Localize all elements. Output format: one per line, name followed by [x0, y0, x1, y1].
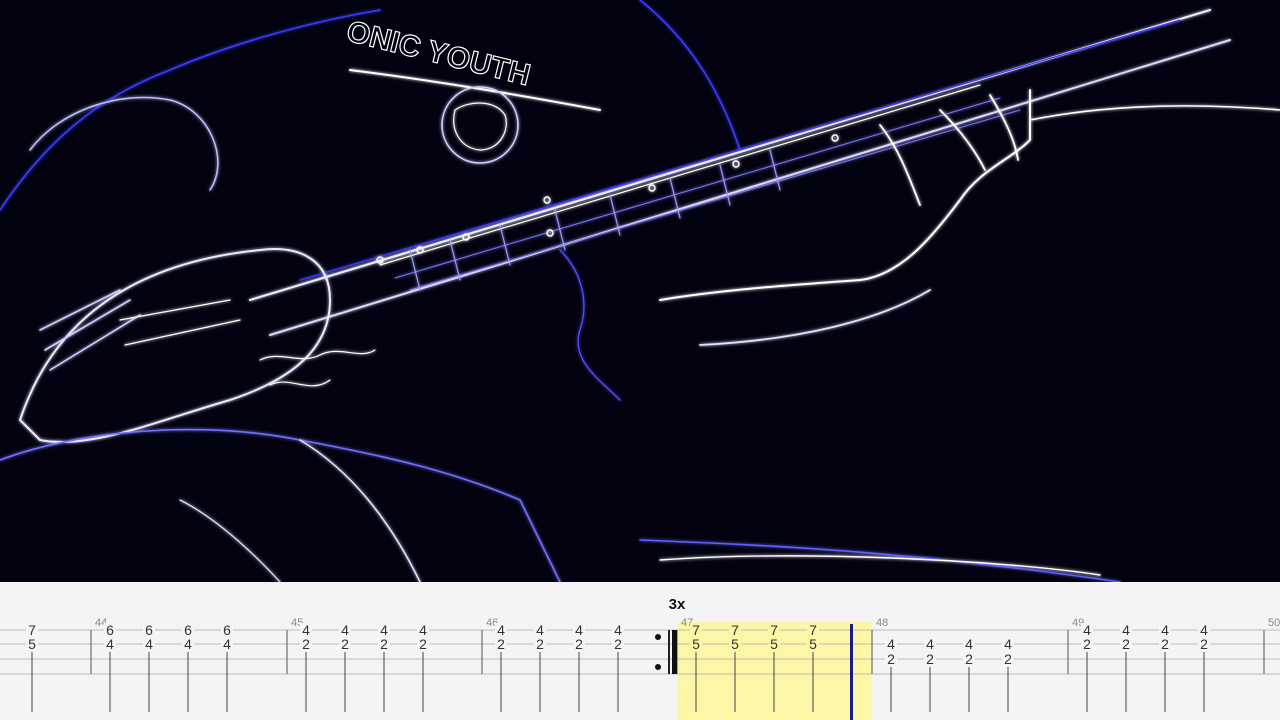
tab-note: 4 — [145, 636, 153, 652]
tab-note: 2 — [536, 636, 544, 652]
tab-note: 2 — [614, 636, 622, 652]
tab-note: 4 — [184, 636, 192, 652]
video-frame[interactable]: ONIC YOUTH — [0, 0, 1280, 582]
tab-note: 2 — [380, 636, 388, 652]
tab-note: 2 — [1122, 636, 1130, 652]
tab-note: 2 — [965, 651, 973, 667]
repeat-dot — [655, 664, 661, 670]
tab-note: 2 — [1004, 651, 1012, 667]
measure-number: 48 — [876, 617, 888, 629]
tab-note: 2 — [887, 651, 895, 667]
tab-note: 2 — [341, 636, 349, 652]
tab-note: 4 — [1004, 636, 1012, 652]
tab-note: 2 — [302, 636, 310, 652]
tab-note: 5 — [770, 636, 778, 652]
tab-note: 2 — [1200, 636, 1208, 652]
tab-note: 2 — [926, 651, 934, 667]
tab-staff: 7544646464644542424242464242424247757575… — [0, 617, 1280, 720]
playback-cursor — [850, 624, 853, 720]
tab-note: 4 — [887, 636, 895, 652]
tab-note: 5 — [692, 636, 700, 652]
measure-number: 50 — [1268, 617, 1280, 629]
tab-note: 5 — [809, 636, 817, 652]
tab-note: 5 — [28, 636, 36, 652]
shirt-text: ONIC YOUTH — [343, 15, 533, 92]
video-edge-art: ONIC YOUTH — [0, 0, 1280, 582]
tab-note: 5 — [731, 636, 739, 652]
repeat-count-label: 3x — [668, 596, 686, 613]
tab-note: 2 — [1161, 636, 1169, 652]
tab-note: 2 — [497, 636, 505, 652]
repeat-thin-bar — [668, 630, 670, 674]
tab-note: 4 — [106, 636, 114, 652]
tab-note: 2 — [1083, 636, 1091, 652]
repeat-dot — [655, 634, 661, 640]
repeat-thick-bar — [672, 630, 677, 674]
tab-note: 4 — [965, 636, 973, 652]
tab-note: 2 — [575, 636, 583, 652]
tab-note: 4 — [926, 636, 934, 652]
tab-note: 2 — [419, 636, 427, 652]
tab-strip[interactable]: 7 5 44 6 4 6 4 6 4 6 4 45 4 2 4 2 4 2 4 2 46 4 2 4 2 4 2 4 2 47 7 5 7 5 7 5… — [0, 582, 1280, 720]
tab-note: 4 — [223, 636, 231, 652]
